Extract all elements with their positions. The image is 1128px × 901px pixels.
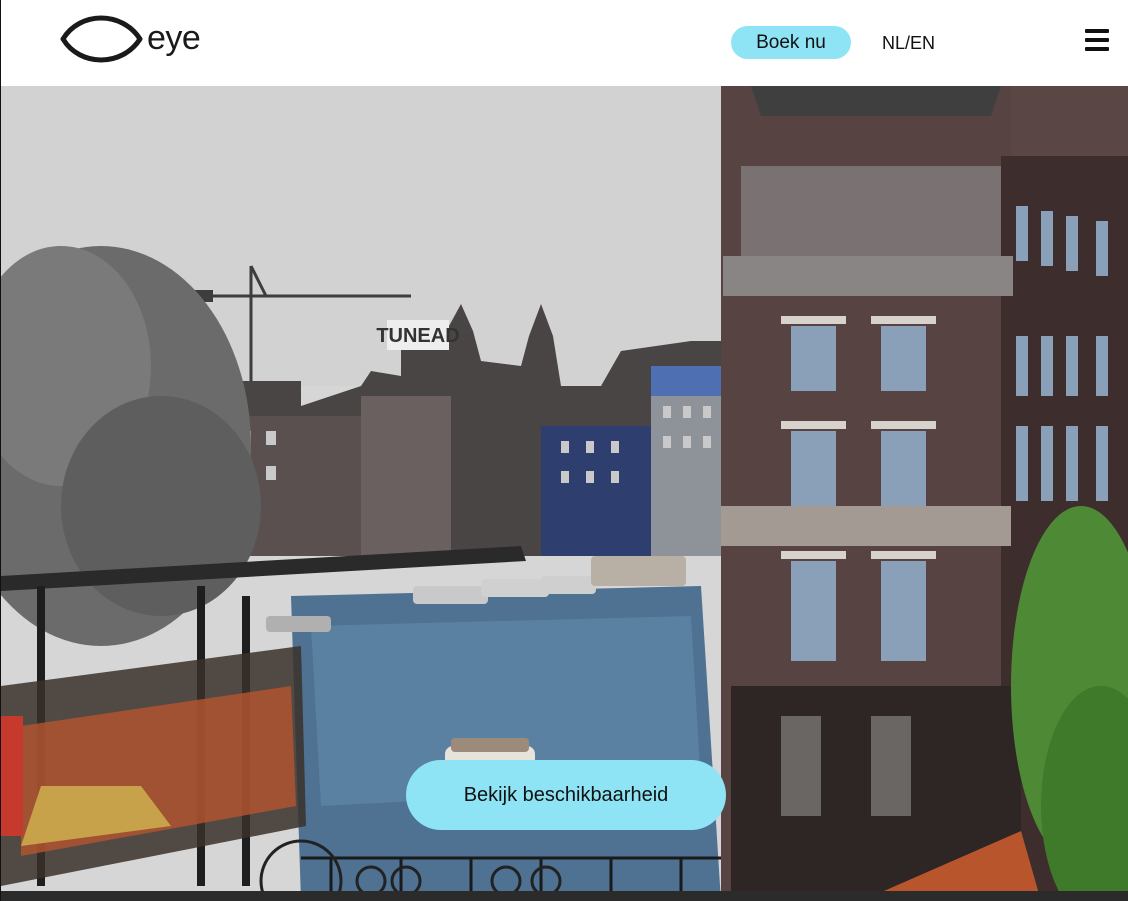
logo-text: eye (147, 19, 201, 57)
lang-nl-link[interactable]: NL (882, 31, 905, 55)
station-sign: TUNEAD (376, 325, 459, 347)
menu-button[interactable] (1083, 26, 1111, 54)
lang-en-link[interactable]: EN (910, 31, 935, 55)
eye-logo-icon (60, 15, 143, 63)
book-now-button[interactable]: Boek nu (731, 26, 851, 59)
check-availability-button[interactable]: Bekijk beschikbaarheid (406, 760, 726, 830)
site-header: eye Boek nu NL / EN (0, 0, 1128, 86)
hero-section: TUNEAD Bekijk beschikbaarheid (0, 86, 1128, 901)
eye-logo[interactable]: eye (60, 12, 205, 68)
language-switcher: NL / EN (882, 31, 935, 55)
